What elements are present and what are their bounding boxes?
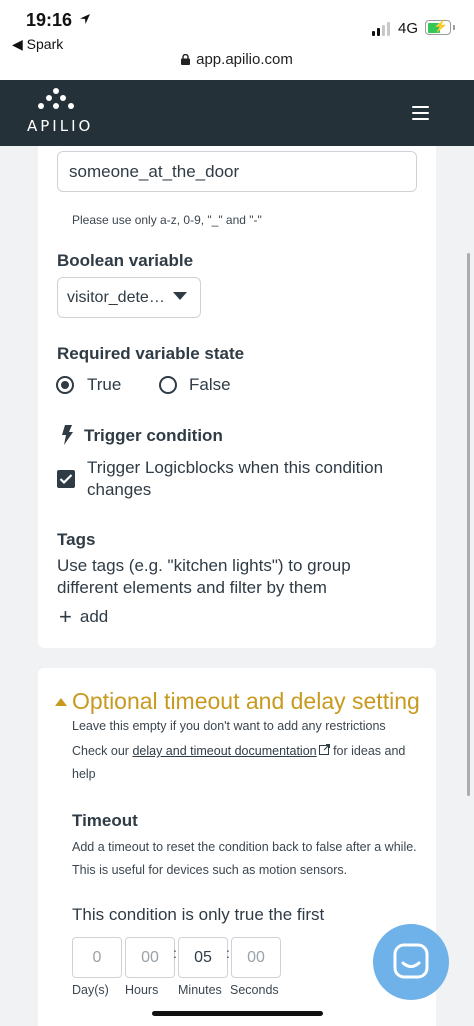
name-hint: Please use only a-z, 0-9, "_" and "-" bbox=[72, 213, 262, 227]
days-input[interactable]: 0 bbox=[72, 937, 122, 978]
doc-hint-prefix: Check our bbox=[72, 744, 133, 758]
trigger-checkbox-label: Trigger Logicblocks when this condition … bbox=[87, 458, 384, 499]
optional-section-toggle[interactable]: Optional timeout and delay setting bbox=[55, 688, 420, 715]
radio-true[interactable] bbox=[56, 376, 74, 394]
cellular-signal-icon bbox=[372, 22, 390, 36]
external-link-icon bbox=[318, 744, 330, 755]
empty-hint: Leave this empty if you don't want to ad… bbox=[72, 719, 386, 733]
lightning-bolt-icon bbox=[62, 425, 73, 445]
seconds-input[interactable]: 00 bbox=[231, 937, 281, 978]
page-scrollbar[interactable] bbox=[467, 253, 470, 796]
documentation-link[interactable]: delay and timeout documentation bbox=[132, 744, 316, 758]
battery-charging-icon: ⚡ bbox=[425, 19, 455, 35]
tags-label: Tags bbox=[57, 530, 96, 549]
radio-false-label: False bbox=[189, 375, 231, 394]
optional-section-title: Optional timeout and delay setting bbox=[72, 688, 420, 714]
ios-status-bar: 19:16 ◀ Spark 4G ⚡ app.apilio.com bbox=[0, 0, 474, 80]
add-tag-button[interactable]: + add bbox=[59, 604, 109, 629]
checkmark-icon bbox=[59, 474, 73, 485]
radio-true-label: True bbox=[87, 375, 122, 394]
hours-label: Hours bbox=[125, 983, 159, 997]
logo-text: APILIO bbox=[27, 117, 94, 135]
address-bar[interactable]: app.apilio.com bbox=[0, 51, 474, 68]
only-true-text: This condition is only true the first bbox=[72, 905, 325, 924]
days-label: Day(s) bbox=[72, 983, 109, 997]
radio-false[interactable] bbox=[159, 376, 177, 394]
boolean-variable-value: visitor_dete… bbox=[67, 289, 165, 306]
timeout-description: Add a timeout to reset the condition bac… bbox=[72, 840, 417, 877]
tags-description: Use tags (e.g. "kitchen lights") to grou… bbox=[57, 556, 351, 597]
location-arrow-icon bbox=[80, 14, 90, 24]
condition-name-input[interactable] bbox=[57, 151, 417, 192]
hamburger-menu-icon[interactable] bbox=[412, 106, 429, 121]
add-tag-label: add bbox=[79, 607, 109, 626]
chevron-down-icon bbox=[173, 292, 187, 300]
plus-icon: + bbox=[59, 604, 72, 629]
time-separator: : bbox=[173, 945, 177, 961]
collapse-triangle-icon bbox=[55, 697, 67, 706]
time-separator: : bbox=[226, 945, 230, 961]
timeout-label: Timeout bbox=[72, 811, 138, 830]
chat-icon bbox=[393, 943, 429, 979]
minutes-label: Minutes bbox=[178, 983, 222, 997]
trigger-condition-label: Trigger condition bbox=[84, 426, 223, 445]
trigger-checkbox[interactable] bbox=[57, 470, 75, 488]
seconds-label: Seconds bbox=[230, 983, 279, 997]
lock-icon bbox=[181, 54, 191, 65]
required-state-label: Required variable state bbox=[57, 344, 245, 363]
minutes-input[interactable]: 05 bbox=[178, 937, 228, 978]
hours-input[interactable]: 00 bbox=[125, 937, 175, 978]
boolean-variable-label: Boolean variable bbox=[57, 251, 194, 270]
apilio-logo-icon bbox=[38, 88, 74, 109]
url-text: app.apilio.com bbox=[196, 51, 293, 68]
clock: 19:16 bbox=[26, 10, 73, 30]
network-type: 4G bbox=[398, 20, 419, 37]
documentation-hint: Check our delay and timeout documentatio… bbox=[72, 740, 417, 786]
home-indicator[interactable] bbox=[152, 1011, 323, 1016]
chat-support-button[interactable] bbox=[373, 924, 449, 1000]
